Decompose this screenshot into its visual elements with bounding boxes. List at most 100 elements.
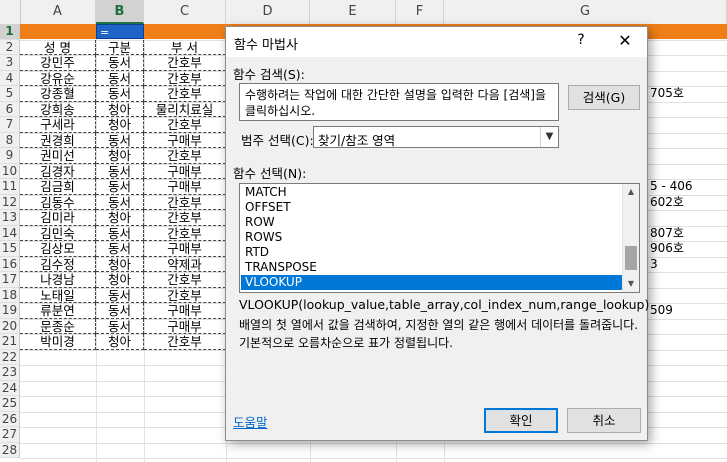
select-all-corner[interactable] [0, 0, 21, 24]
row-header-25[interactable]: 25 [0, 396, 20, 412]
column-header-f[interactable]: F [396, 0, 444, 24]
table-cell[interactable]: 동서 [96, 86, 144, 102]
table-cell[interactable]: 김미라 [20, 210, 96, 226]
row-header-10[interactable]: 10 [0, 163, 20, 179]
listbox-scrollbar[interactable]: ▲ ▼ [622, 184, 639, 292]
table-cell[interactable]: 강민주 [20, 55, 96, 71]
ok-button[interactable]: 확인 [484, 408, 558, 433]
table-cell[interactable]: 동서 [96, 303, 144, 319]
scroll-down-icon[interactable]: ▼ [623, 276, 639, 292]
column-header-g[interactable]: G [444, 0, 727, 24]
close-icon[interactable]: ✕ [614, 31, 636, 51]
row-header-12[interactable]: 12 [0, 194, 20, 210]
table-cell[interactable]: 청아 [96, 210, 144, 226]
table-cell[interactable]: 간호부 [144, 148, 226, 164]
row-header-28[interactable]: 28 [0, 442, 20, 458]
help-question-icon[interactable]: ? [573, 32, 589, 50]
table-cell[interactable]: 구세라 [20, 117, 96, 133]
row-header-14[interactable]: 14 [0, 225, 20, 241]
function-list-item[interactable]: OFFSET [241, 200, 623, 215]
table-cell[interactable]: 구매부 [144, 303, 226, 319]
table-cell[interactable]: 약제과 [144, 256, 226, 272]
row-header-26[interactable]: 26 [0, 411, 20, 427]
table-header-cell[interactable]: 부 서 [144, 39, 226, 55]
table-cell[interactable]: 간호부 [144, 287, 226, 303]
table-cell[interactable]: 동서 [96, 55, 144, 71]
table-cell[interactable]: 동서 [96, 179, 144, 195]
table-cell[interactable]: 동서 [96, 241, 144, 257]
function-listbox[interactable]: MATCH OFFSET ROW ROWS RTD TRANSPOSE VLOOKUP ▲ … [239, 183, 640, 293]
table-cell[interactable]: 간호부 [144, 272, 226, 288]
table-cell[interactable]: 청아 [96, 334, 144, 350]
table-cell[interactable]: 박미경 [20, 334, 96, 350]
table-cell[interactable]: 간호부 [144, 55, 226, 71]
table-cell[interactable]: 노태일 [20, 287, 96, 303]
cancel-button[interactable]: 취소 [567, 408, 641, 433]
row-header-21[interactable]: 21 [0, 334, 20, 350]
row-header-1[interactable]: 1 [0, 24, 20, 40]
table-cell[interactable]: 김민숙 [20, 225, 96, 241]
table-cell[interactable]: 김동수 [20, 194, 96, 210]
function-list-item[interactable]: VLOOKUP [241, 275, 623, 290]
column-header-b[interactable]: B [96, 0, 144, 24]
row-header-18[interactable]: 18 [0, 287, 20, 303]
help-link[interactable]: 도움말 [233, 412, 268, 431]
table-cell[interactable]: 나경남 [20, 272, 96, 288]
row-header-19[interactable]: 19 [0, 303, 20, 319]
table-cell[interactable]: 간호부 [144, 334, 226, 350]
function-list-item[interactable]: RTD [241, 245, 623, 260]
table-header-cell[interactable]: 성 명 [20, 39, 96, 55]
table-cell[interactable]: 김수정 [20, 256, 96, 272]
row-header-16[interactable]: 16 [0, 256, 20, 272]
table-cell[interactable]: 청아 [96, 256, 144, 272]
table-cell[interactable]: 청아 [96, 148, 144, 164]
row-header-4[interactable]: 4 [0, 70, 20, 86]
table-cell[interactable]: 간호부 [144, 225, 226, 241]
table-cell[interactable]: 간호부 [144, 194, 226, 210]
table-cell[interactable]: 간호부 [144, 70, 226, 86]
row-header-22[interactable]: 22 [0, 349, 20, 365]
row-header-8[interactable]: 8 [0, 132, 20, 148]
table-cell[interactable]: 동서 [96, 318, 144, 334]
chevron-down-icon[interactable]: ▼ [540, 127, 558, 147]
table-cell[interactable]: 청아 [96, 117, 144, 133]
row-header-24[interactable]: 24 [0, 380, 20, 396]
table-cell[interactable]: 동서 [96, 132, 144, 148]
table-cell[interactable]: 동서 [96, 194, 144, 210]
table-cell[interactable]: 동서 [96, 70, 144, 86]
row-header-13[interactable]: 13 [0, 210, 20, 226]
table-cell[interactable]: 구매부 [144, 179, 226, 195]
function-list-item[interactable]: TRANSPOSE [241, 260, 623, 275]
function-search-input[interactable]: 수행하려는 작업에 대한 간단한 설명을 입력한 다음 [검색]을 클릭하십시오… [239, 83, 559, 121]
table-cell[interactable]: 간호부 [144, 86, 226, 102]
column-header-c[interactable]: C [144, 0, 226, 24]
row-header-7[interactable]: 7 [0, 117, 20, 133]
category-select[interactable]: 찾기/참조 영역 ▼ [313, 126, 559, 148]
column-header-a[interactable]: A [20, 0, 96, 24]
scroll-thumb[interactable] [625, 246, 637, 270]
table-header-cell[interactable]: 구분 [96, 39, 144, 55]
table-cell[interactable]: 권미선 [20, 148, 96, 164]
function-list-item[interactable]: MATCH [241, 185, 623, 200]
row-header-9[interactable]: 9 [0, 148, 20, 164]
function-list-item[interactable]: ROWS [241, 230, 623, 245]
table-cell[interactable]: 물리치료실 [144, 101, 226, 117]
table-cell[interactable]: 강종혈 [20, 86, 96, 102]
table-cell[interactable]: 구매부 [144, 241, 226, 257]
table-cell[interactable]: 구매부 [144, 318, 226, 334]
table-cell[interactable]: 류분연 [20, 303, 96, 319]
row-header-20[interactable]: 20 [0, 318, 20, 334]
table-cell[interactable]: 강유순 [20, 70, 96, 86]
row-header-3[interactable]: 3 [0, 55, 20, 71]
table-cell[interactable]: 동서 [96, 163, 144, 179]
row-header-11[interactable]: 11 [0, 179, 20, 195]
column-header-d[interactable]: D [226, 0, 310, 24]
table-cell[interactable]: 간호부 [144, 210, 226, 226]
table-cell[interactable]: 권경희 [20, 132, 96, 148]
row-header-15[interactable]: 15 [0, 241, 20, 257]
active-cell-b1[interactable]: = [96, 24, 144, 39]
table-cell[interactable]: 구매부 [144, 163, 226, 179]
row-header-2[interactable]: 2 [0, 39, 20, 55]
row-header-17[interactable]: 17 [0, 272, 20, 288]
row-header-23[interactable]: 23 [0, 365, 20, 381]
